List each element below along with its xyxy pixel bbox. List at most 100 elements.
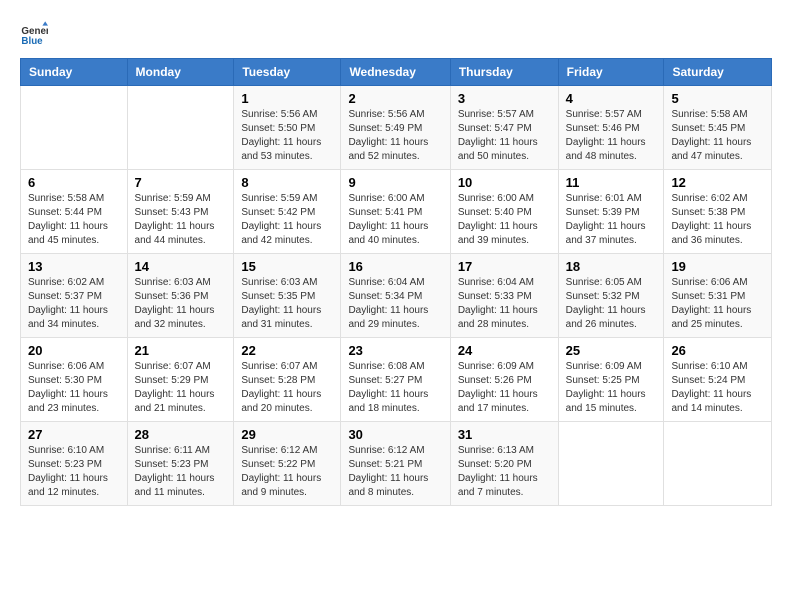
calendar-cell: 23 Sunrise: 6:08 AM Sunset: 5:27 PM Dayli… [341, 338, 450, 422]
day-info: Sunrise: 6:02 AM Sunset: 5:38 PM Dayligh… [671, 192, 764, 248]
calendar-cell: 7 Sunrise: 5:59 AM Sunset: 5:43 PM Daylig… [127, 170, 234, 254]
calendar-cell [127, 86, 234, 170]
day-number: 6 [28, 175, 120, 190]
day-number: 9 [348, 175, 442, 190]
day-number: 12 [671, 175, 764, 190]
day-info: Sunrise: 6:09 AM Sunset: 5:26 PM Dayligh… [458, 360, 551, 416]
header-cell-thursday: Thursday [450, 59, 558, 86]
calendar-cell: 31 Sunrise: 6:13 AM Sunset: 5:20 PM Dayli… [450, 422, 558, 506]
day-number: 14 [135, 259, 227, 274]
day-info: Sunrise: 6:10 AM Sunset: 5:24 PM Dayligh… [671, 360, 764, 416]
day-number: 11 [566, 175, 657, 190]
day-info: Sunrise: 5:58 AM Sunset: 5:44 PM Dayligh… [28, 192, 120, 248]
calendar-cell: 8 Sunrise: 5:59 AM Sunset: 5:42 PM Daylig… [234, 170, 341, 254]
calendar-cell: 26 Sunrise: 6:10 AM Sunset: 5:24 PM Dayli… [664, 338, 772, 422]
calendar-cell: 21Sunrise: 6:07 AM Sunset: 5:29 PM Dayli… [127, 338, 234, 422]
calendar-cell: 20 Sunrise: 6:06 AM Sunset: 5:30 PM Dayli… [21, 338, 128, 422]
calendar-cell: 25Sunrise: 6:09 AM Sunset: 5:25 PM Dayli… [558, 338, 664, 422]
day-info: Sunrise: 5:56 AM Sunset: 5:49 PM Dayligh… [348, 108, 442, 164]
calendar-cell [664, 422, 772, 506]
calendar-cell: 4 Sunrise: 5:57 AM Sunset: 5:46 PM Daylig… [558, 86, 664, 170]
day-info: Sunrise: 6:07 AM Sunset: 5:29 PM Dayligh… [135, 360, 227, 416]
day-info: Sunrise: 6:05 AM Sunset: 5:32 PM Dayligh… [566, 276, 657, 332]
calendar-cell [558, 422, 664, 506]
calendar-cell: 24 Sunrise: 6:09 AM Sunset: 5:26 PM Dayli… [450, 338, 558, 422]
day-info: Sunrise: 6:11 AM Sunset: 5:23 PM Dayligh… [135, 444, 227, 500]
header-cell-sunday: Sunday [21, 59, 128, 86]
week-row-0: 1Sunrise: 5:56 AM Sunset: 5:50 PM Daylig… [21, 86, 772, 170]
calendar-header: SundayMondayTuesdayWednesdayThursdayFrid… [21, 59, 772, 86]
day-number: 8 [241, 175, 333, 190]
day-number: 5 [671, 91, 764, 106]
day-number: 27 [28, 427, 120, 442]
calendar-cell: 2Sunrise: 5:56 AM Sunset: 5:49 PM Daylig… [341, 86, 450, 170]
calendar-cell: 17Sunrise: 6:04 AM Sunset: 5:33 PM Dayli… [450, 254, 558, 338]
day-info: Sunrise: 6:03 AM Sunset: 5:36 PM Dayligh… [135, 276, 227, 332]
day-number: 3 [458, 91, 551, 106]
calendar-cell: 27 Sunrise: 6:10 AM Sunset: 5:23 PM Dayli… [21, 422, 128, 506]
calendar-cell: 19Sunrise: 6:06 AM Sunset: 5:31 PM Dayli… [664, 254, 772, 338]
header-row: SundayMondayTuesdayWednesdayThursdayFrid… [21, 59, 772, 86]
page-header: General Blue [20, 20, 772, 48]
calendar-cell: 1Sunrise: 5:56 AM Sunset: 5:50 PM Daylig… [234, 86, 341, 170]
day-info: Sunrise: 5:59 AM Sunset: 5:42 PM Dayligh… [241, 192, 333, 248]
calendar-body: 1Sunrise: 5:56 AM Sunset: 5:50 PM Daylig… [21, 86, 772, 506]
header-cell-wednesday: Wednesday [341, 59, 450, 86]
day-number: 26 [671, 343, 764, 358]
day-number: 24 [458, 343, 551, 358]
calendar-cell: 11 Sunrise: 6:01 AM Sunset: 5:39 PM Dayli… [558, 170, 664, 254]
day-info: Sunrise: 5:59 AM Sunset: 5:43 PM Dayligh… [135, 192, 227, 248]
day-number: 23 [348, 343, 442, 358]
day-info: Sunrise: 6:06 AM Sunset: 5:30 PM Dayligh… [28, 360, 120, 416]
day-info: Sunrise: 6:07 AM Sunset: 5:28 PM Dayligh… [241, 360, 333, 416]
day-info: Sunrise: 6:13 AM Sunset: 5:20 PM Dayligh… [458, 444, 551, 500]
day-number: 25 [566, 343, 657, 358]
day-info: Sunrise: 6:03 AM Sunset: 5:35 PM Dayligh… [241, 276, 333, 332]
day-number: 18 [566, 259, 657, 274]
day-info: Sunrise: 5:57 AM Sunset: 5:46 PM Dayligh… [566, 108, 657, 164]
day-info: Sunrise: 6:00 AM Sunset: 5:41 PM Dayligh… [348, 192, 442, 248]
calendar-cell: 10 Sunrise: 6:00 AM Sunset: 5:40 PM Dayli… [450, 170, 558, 254]
day-info: Sunrise: 6:10 AM Sunset: 5:23 PM Dayligh… [28, 444, 120, 500]
day-number: 29 [241, 427, 333, 442]
day-info: Sunrise: 5:57 AM Sunset: 5:47 PM Dayligh… [458, 108, 551, 164]
day-number: 4 [566, 91, 657, 106]
calendar-cell: 5 Sunrise: 5:58 AM Sunset: 5:45 PM Daylig… [664, 86, 772, 170]
day-number: 15 [241, 259, 333, 274]
day-info: Sunrise: 6:04 AM Sunset: 5:34 PM Dayligh… [348, 276, 442, 332]
calendar-cell: 13Sunrise: 6:02 AM Sunset: 5:37 PM Dayli… [21, 254, 128, 338]
day-info: Sunrise: 5:58 AM Sunset: 5:45 PM Dayligh… [671, 108, 764, 164]
calendar-cell: 22Sunrise: 6:07 AM Sunset: 5:28 PM Dayli… [234, 338, 341, 422]
day-number: 31 [458, 427, 551, 442]
day-info: Sunrise: 5:56 AM Sunset: 5:50 PM Dayligh… [241, 108, 333, 164]
header-cell-saturday: Saturday [664, 59, 772, 86]
calendar-cell: 12 Sunrise: 6:02 AM Sunset: 5:38 PM Dayli… [664, 170, 772, 254]
day-number: 7 [135, 175, 227, 190]
calendar-cell: 30Sunrise: 6:12 AM Sunset: 5:21 PM Dayli… [341, 422, 450, 506]
day-number: 30 [348, 427, 442, 442]
header-cell-tuesday: Tuesday [234, 59, 341, 86]
calendar-cell: 3 Sunrise: 5:57 AM Sunset: 5:47 PM Daylig… [450, 86, 558, 170]
day-info: Sunrise: 6:08 AM Sunset: 5:27 PM Dayligh… [348, 360, 442, 416]
day-info: Sunrise: 6:00 AM Sunset: 5:40 PM Dayligh… [458, 192, 551, 248]
day-info: Sunrise: 6:01 AM Sunset: 5:39 PM Dayligh… [566, 192, 657, 248]
day-number: 10 [458, 175, 551, 190]
header-cell-monday: Monday [127, 59, 234, 86]
svg-text:Blue: Blue [21, 36, 43, 47]
calendar-cell: 6 Sunrise: 5:58 AM Sunset: 5:44 PM Daylig… [21, 170, 128, 254]
day-info: Sunrise: 6:04 AM Sunset: 5:33 PM Dayligh… [458, 276, 551, 332]
week-row-2: 13Sunrise: 6:02 AM Sunset: 5:37 PM Dayli… [21, 254, 772, 338]
calendar-cell: 16 Sunrise: 6:04 AM Sunset: 5:34 PM Dayli… [341, 254, 450, 338]
logo: General Blue [20, 20, 52, 48]
day-info: Sunrise: 6:06 AM Sunset: 5:31 PM Dayligh… [671, 276, 764, 332]
day-number: 20 [28, 343, 120, 358]
calendar-cell: 9 Sunrise: 6:00 AM Sunset: 5:41 PM Daylig… [341, 170, 450, 254]
week-row-4: 27 Sunrise: 6:10 AM Sunset: 5:23 PM Dayli… [21, 422, 772, 506]
calendar-cell: 14 Sunrise: 6:03 AM Sunset: 5:36 PM Dayli… [127, 254, 234, 338]
week-row-3: 20 Sunrise: 6:06 AM Sunset: 5:30 PM Dayli… [21, 338, 772, 422]
day-number: 16 [348, 259, 442, 274]
day-number: 13 [28, 259, 120, 274]
calendar-cell: 28Sunrise: 6:11 AM Sunset: 5:23 PM Dayli… [127, 422, 234, 506]
calendar-cell: 29Sunrise: 6:12 AM Sunset: 5:22 PM Dayli… [234, 422, 341, 506]
header-cell-friday: Friday [558, 59, 664, 86]
